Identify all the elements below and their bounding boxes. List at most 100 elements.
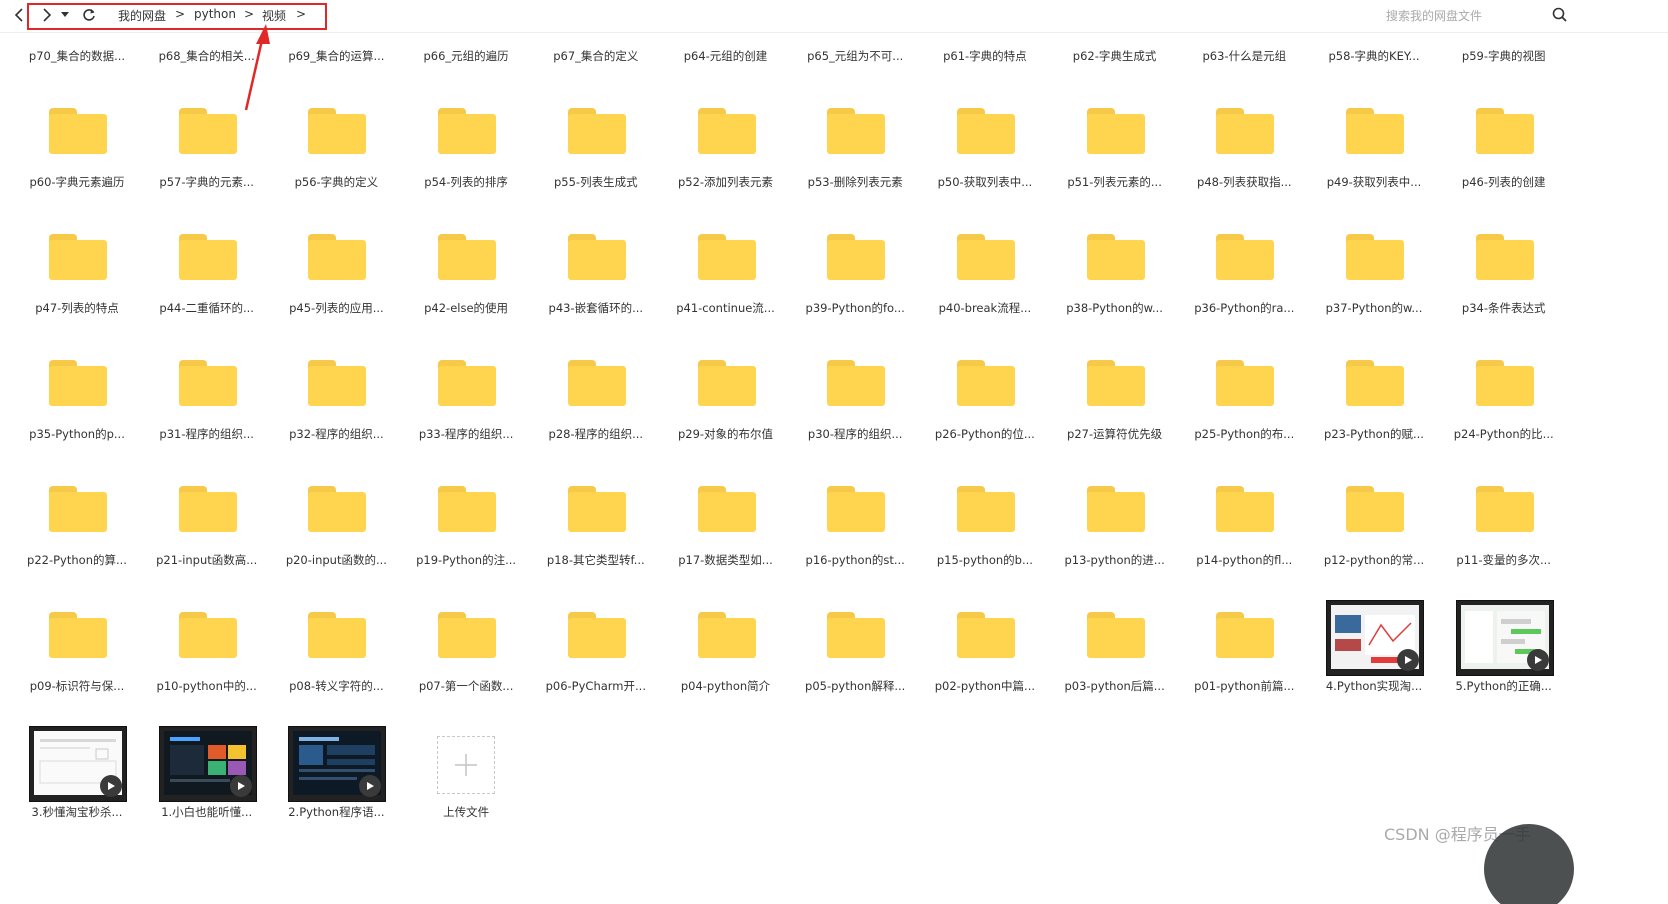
folder-item[interactable]: p14-python的fl... xyxy=(1179,478,1309,604)
item-label: p16-python的st... xyxy=(805,553,905,567)
history-dropdown-button[interactable] xyxy=(58,4,72,26)
folder-item[interactable]: p55-列表生成式 xyxy=(531,100,661,226)
folder-item[interactable]: p37-Python的w... xyxy=(1309,226,1439,352)
item-label: p10-python中的... xyxy=(156,679,257,693)
folder-item[interactable]: p15-python的b... xyxy=(920,478,1050,604)
folder-item[interactable]: p19-Python的注... xyxy=(401,478,531,604)
search-icon[interactable] xyxy=(1550,5,1570,25)
folder-item[interactable]: p01-python前篇... xyxy=(1179,604,1309,730)
upload-file-button[interactable]: 上传文件 xyxy=(401,730,531,856)
folder-item[interactable]: p21-input函数高... xyxy=(142,478,272,604)
folder-item[interactable]: p36-Python的ra... xyxy=(1179,226,1309,352)
folder-item[interactable]: p10-python中的... xyxy=(142,604,272,730)
folder-item[interactable]: p46-列表的创建 xyxy=(1439,100,1569,226)
folder-icon xyxy=(1086,360,1145,406)
video-thumbnail xyxy=(288,726,387,802)
folder-item[interactable]: p07-第一个函数... xyxy=(401,604,531,730)
folder-item[interactable]: p23-Python的赋... xyxy=(1309,352,1439,478)
folder-item[interactable]: p43-嵌套循环的... xyxy=(531,226,661,352)
folder-icon xyxy=(308,234,367,280)
search-input[interactable] xyxy=(1384,5,1546,27)
forward-button[interactable] xyxy=(36,4,58,26)
breadcrumb-item-python[interactable]: python xyxy=(194,7,236,21)
video-item[interactable]: 5.Python的正确... xyxy=(1439,600,1569,730)
folder-item[interactable]: p24-Python的比... xyxy=(1439,352,1569,478)
folder-item[interactable]: p40-break流程... xyxy=(920,226,1050,352)
video-item[interactable]: 3.秒懂淘宝秒杀... xyxy=(12,726,142,856)
folder-item[interactable]: p06-PyCharm开... xyxy=(531,604,661,730)
folder-item[interactable]: p17-数据类型如... xyxy=(661,478,791,604)
folder-icon xyxy=(1216,486,1275,532)
video-item[interactable]: 1.小白也能听懂... xyxy=(142,726,272,856)
folder-item[interactable]: p29-对象的布尔值 xyxy=(661,352,791,478)
folder-item[interactable]: p16-python的st... xyxy=(790,478,920,604)
item-label: p45-列表的应用... xyxy=(289,301,384,315)
folder-item[interactable]: p13-python的进... xyxy=(1050,478,1180,604)
item-label: p49-获取列表中... xyxy=(1326,175,1422,189)
folder-item[interactable]: p34-条件表达式 xyxy=(1439,226,1569,352)
folder-item[interactable]: p30-程序的组织... xyxy=(790,352,920,478)
folder-item[interactable]: p57-字典的元素... xyxy=(142,100,272,226)
play-icon xyxy=(1397,649,1419,671)
folder-item[interactable]: p25-Python的布... xyxy=(1179,352,1309,478)
item-label: p47-列表的特点 xyxy=(35,301,119,315)
folder-item[interactable]: p02-python中篇... xyxy=(920,604,1050,730)
refresh-button[interactable] xyxy=(78,4,100,26)
folder-item[interactable]: p51-列表元素的... xyxy=(1050,100,1180,226)
item-label: p11-变量的多次... xyxy=(1456,553,1551,567)
folder-icon xyxy=(1216,234,1275,280)
chevron-left-icon xyxy=(14,8,23,22)
video-item[interactable]: 2.Python程序语... xyxy=(271,726,401,856)
item-label: p48-列表获取指... xyxy=(1197,175,1292,189)
folder-icon xyxy=(1086,234,1145,280)
back-button[interactable] xyxy=(8,4,30,26)
folder-item[interactable]: p47-列表的特点 xyxy=(12,226,142,352)
folder-item[interactable]: p04-python简介 xyxy=(661,604,791,730)
folder-icon xyxy=(308,360,367,406)
breadcrumb-item-current[interactable]: 视频 xyxy=(262,7,286,24)
folder-icon xyxy=(956,108,1015,154)
folder-item[interactable]: p08-转义字符的... xyxy=(271,604,401,730)
folder-item[interactable]: p56-字典的定义 xyxy=(271,100,401,226)
folder-item[interactable]: p20-input函数的... xyxy=(271,478,401,604)
item-label: 1.小白也能听懂... xyxy=(161,805,253,819)
folder-item[interactable]: p26-Python的位... xyxy=(920,352,1050,478)
video-item[interactable]: 4.Python实现淘... xyxy=(1309,600,1439,730)
folder-item[interactable]: p33-程序的组织... xyxy=(401,352,531,478)
item-label: p27-运算符优先级 xyxy=(1067,427,1163,441)
folder-item[interactable]: p18-其它类型转f... xyxy=(531,478,661,604)
folder-item[interactable]: p28-程序的组织... xyxy=(531,352,661,478)
folder-item[interactable]: p22-Python的算... xyxy=(12,478,142,604)
folder-icon xyxy=(827,360,886,406)
folder-item[interactable]: p09-标识符与保... xyxy=(12,604,142,730)
folder-item[interactable]: p05-python解释... xyxy=(790,604,920,730)
folder-item[interactable]: p54-列表的排序 xyxy=(401,100,531,226)
folder-item[interactable]: p11-变量的多次... xyxy=(1439,478,1569,604)
folder-item[interactable]: p42-else的使用 xyxy=(401,226,531,352)
item-label: p41-continue流... xyxy=(676,301,775,315)
folder-item[interactable]: p39-Python的fo... xyxy=(790,226,920,352)
item-label: p69_集合的运算... xyxy=(288,49,385,63)
item-label: p57-字典的元素... xyxy=(159,175,254,189)
folder-item[interactable]: p45-列表的应用... xyxy=(271,226,401,352)
folder-item[interactable]: p50-获取列表中... xyxy=(920,100,1050,226)
breadcrumb-item-root[interactable]: 我的网盘 xyxy=(118,7,166,24)
folder-item[interactable]: p03-python后篇... xyxy=(1050,604,1180,730)
folder-item[interactable]: p41-continue流... xyxy=(661,226,791,352)
folder-item[interactable]: p31-程序的组织... xyxy=(142,352,272,478)
folder-icon xyxy=(956,234,1015,280)
folder-icon xyxy=(1216,612,1275,658)
folder-item[interactable]: p27-运算符优先级 xyxy=(1050,352,1180,478)
folder-item[interactable]: p38-Python的w... xyxy=(1050,226,1180,352)
folder-item[interactable]: p12-python的常... xyxy=(1309,478,1439,604)
folder-item[interactable]: p35-Python的p... xyxy=(12,352,142,478)
folder-item[interactable]: p32-程序的组织... xyxy=(271,352,401,478)
folder-item[interactable]: p60-字典元素遍历 xyxy=(12,100,142,226)
folder-item[interactable]: p52-添加列表元素 xyxy=(661,100,791,226)
folder-item[interactable]: p53-删除列表元素 xyxy=(790,100,920,226)
folder-item[interactable]: p44-二重循环的... xyxy=(142,226,272,352)
folder-item[interactable]: p48-列表获取指... xyxy=(1179,100,1309,226)
floating-speed-widget[interactable] xyxy=(1484,824,1574,904)
folder-item[interactable]: p49-获取列表中... xyxy=(1309,100,1439,226)
chevron-right-icon xyxy=(43,8,52,22)
